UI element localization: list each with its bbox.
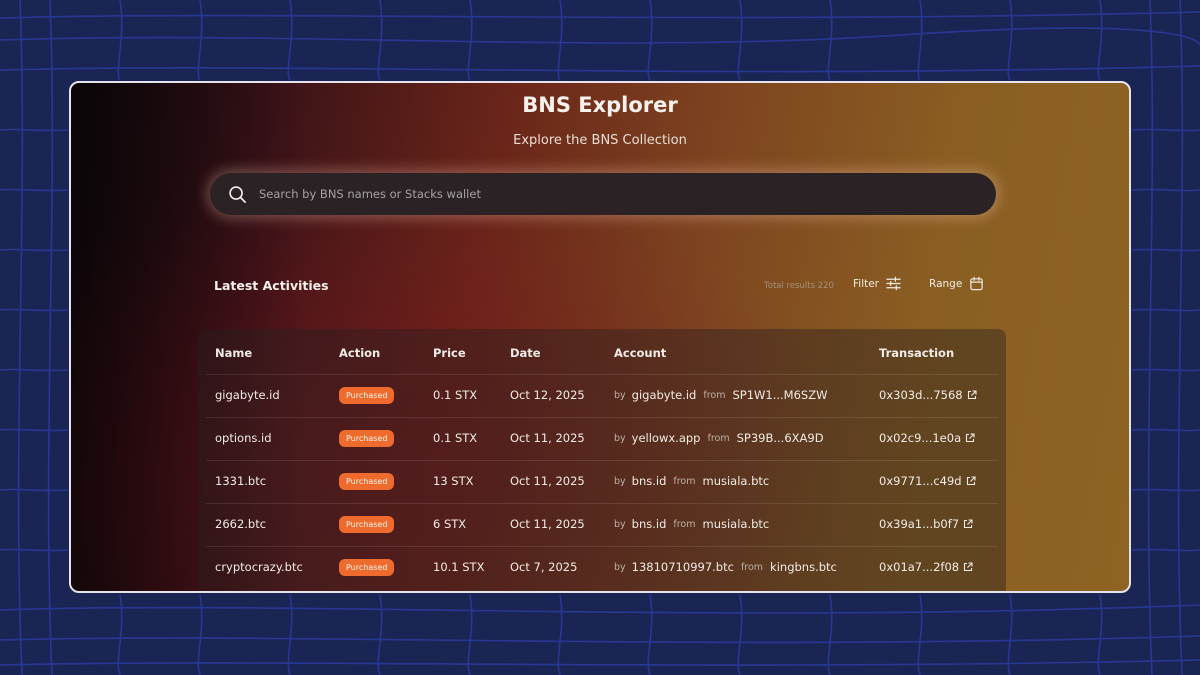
- row-date: Oct 11, 2025: [510, 474, 585, 488]
- action-cell: Purchased: [339, 546, 395, 588]
- transaction-link[interactable]: 0x02c9...1e0a: [879, 417, 975, 459]
- range-label: Range: [929, 277, 963, 290]
- column-header-transaction: Transaction: [879, 346, 955, 360]
- transaction-link[interactable]: 0x9771...c49d: [879, 460, 976, 502]
- row-name[interactable]: 2662.btc: [215, 503, 266, 545]
- from-label: from: [740, 561, 764, 573]
- action-cell: Purchased: [339, 460, 395, 502]
- status-badge: Purchased: [339, 472, 395, 490]
- action-cell: Purchased: [339, 417, 395, 459]
- by-label: by: [614, 389, 626, 401]
- from-label: from: [707, 432, 730, 444]
- row-date: Oct 11, 2025: [510, 517, 585, 531]
- range-button[interactable]: Range: [929, 276, 984, 291]
- status-badge: Purchased: [339, 558, 395, 576]
- search-input[interactable]: [259, 187, 996, 201]
- by-label: by: [614, 518, 626, 530]
- seller-account[interactable]: SP39B...6XA9D: [737, 431, 824, 445]
- row-price: 10.1 STX: [433, 560, 485, 574]
- status-badge: Purchased: [339, 386, 395, 404]
- transaction-hash: 0x39a1...b0f7: [879, 517, 960, 531]
- table-header: Name Action Price Date Account Transacti…: [198, 332, 1006, 374]
- filter-label: Filter: [853, 277, 880, 290]
- transaction-hash: 0x303d...7568: [879, 388, 963, 402]
- buyer-account[interactable]: bns.id: [632, 517, 667, 531]
- activities-table: Name Action Price Date Account Transacti…: [198, 329, 1006, 591]
- column-header-name: Name: [215, 346, 253, 360]
- transaction-hash: 0x9771...c49d: [879, 474, 962, 488]
- status-badge: Purchased: [339, 515, 395, 533]
- from-label: from: [673, 475, 696, 487]
- row-price: 0.1 STX: [433, 431, 478, 445]
- table-row[interactable]: gigabyte.id Purchased 0.1 STX Oct 12, 20…: [198, 374, 1006, 416]
- transaction-hash: 0x02c9...1e0a: [879, 431, 962, 445]
- row-price: 6 STX: [433, 517, 467, 531]
- buyer-account[interactable]: 13810710997.btc: [632, 560, 734, 574]
- account-cell: by 13810710997.btc from kingbns.btc: [614, 546, 837, 588]
- row-price: 0.1 STX: [433, 388, 478, 402]
- from-label: from: [703, 389, 726, 401]
- filter-button[interactable]: Filter: [853, 276, 901, 291]
- seller-account[interactable]: musiala.btc: [703, 474, 770, 488]
- buyer-account[interactable]: bns.id: [632, 474, 667, 488]
- external-link-icon: [967, 390, 977, 400]
- app-window: BNS Explorer Explore the BNS Collection …: [69, 81, 1131, 593]
- by-label: by: [614, 432, 626, 444]
- row-date: Oct 7, 2025: [510, 560, 578, 574]
- external-link-icon: [966, 433, 975, 443]
- transaction-link[interactable]: 0x01a7...2f08: [879, 546, 973, 588]
- from-label: from: [673, 518, 696, 530]
- seller-account[interactable]: kingbns.btc: [770, 560, 837, 574]
- page-title: BNS Explorer: [522, 93, 678, 117]
- buyer-account[interactable]: gigabyte.id: [632, 388, 697, 402]
- row-price: 13 STX: [433, 474, 474, 488]
- seller-account[interactable]: musiala.btc: [703, 517, 770, 531]
- account-cell: by yellowx.app from SP39B...6XA9D: [614, 417, 824, 459]
- account-cell: by gigabyte.id from SP1W1...M6SZW: [614, 374, 827, 416]
- row-name[interactable]: 1331.btc: [215, 460, 266, 502]
- external-link-icon: [964, 519, 973, 529]
- sliders-icon: [886, 276, 901, 291]
- transaction-link[interactable]: 0x303d...7568: [879, 374, 977, 416]
- table-row[interactable]: 1331.btc Purchased 13 STX Oct 11, 2025 b…: [198, 460, 1006, 502]
- search-bar[interactable]: [210, 173, 996, 215]
- page-subtitle: Explore the BNS Collection: [513, 133, 687, 148]
- account-cell: by bns.id from musiala.btc: [614, 460, 769, 502]
- table-row[interactable]: cryptocrazy.btc Purchased 10.1 STX Oct 7…: [198, 546, 1006, 588]
- transaction-hash: 0x01a7...2f08: [879, 560, 960, 574]
- row-name[interactable]: cryptocrazy.btc: [215, 546, 303, 588]
- status-badge: Purchased: [339, 429, 395, 447]
- by-label: by: [614, 561, 626, 573]
- table-row[interactable]: options.id Purchased 0.1 STX Oct 11, 202…: [198, 417, 1006, 459]
- column-header-action: Action: [339, 346, 381, 360]
- account-cell: by bns.id from musiala.btc: [614, 503, 769, 545]
- calendar-icon: [970, 276, 984, 291]
- table-row[interactable]: 2662.btc Purchased 6 STX Oct 11, 2025 by…: [198, 503, 1006, 545]
- action-cell: Purchased: [339, 503, 395, 545]
- row-name[interactable]: gigabyte.id: [215, 374, 280, 416]
- transaction-link[interactable]: 0x39a1...b0f7: [879, 503, 973, 545]
- search-icon: [229, 185, 246, 203]
- action-cell: Purchased: [339, 374, 395, 416]
- row-date: Oct 12, 2025: [510, 388, 585, 402]
- seller-account[interactable]: SP1W1...M6SZW: [732, 388, 827, 402]
- column-header-date: Date: [510, 346, 541, 360]
- external-link-icon: [966, 476, 976, 486]
- column-header-account: Account: [614, 346, 667, 360]
- external-link-icon: [964, 562, 973, 572]
- row-name[interactable]: options.id: [215, 417, 272, 459]
- latest-activities-title: Latest Activities: [214, 278, 329, 293]
- by-label: by: [614, 475, 626, 487]
- column-header-price: Price: [433, 346, 466, 360]
- buyer-account[interactable]: yellowx.app: [632, 431, 701, 445]
- row-date: Oct 11, 2025: [510, 431, 585, 445]
- total-results: Total results 220: [764, 281, 834, 291]
